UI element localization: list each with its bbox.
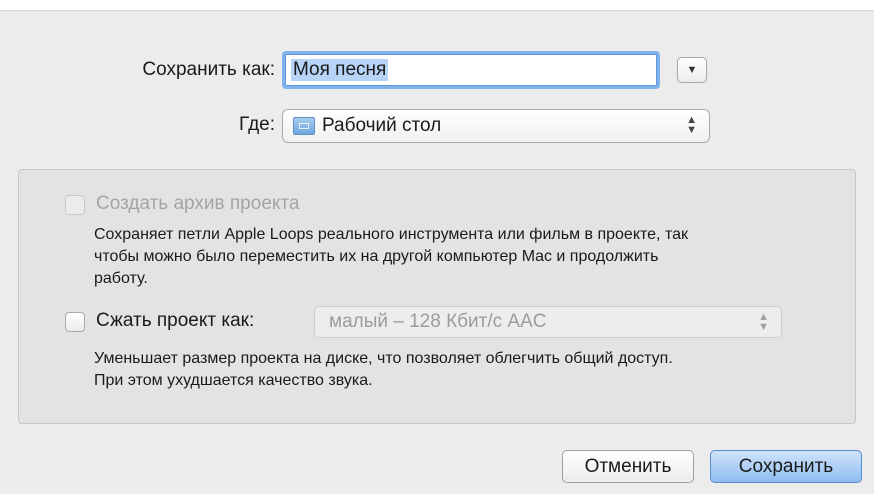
description-line: Уменьшает размер проекта на диске, что п… xyxy=(94,350,673,367)
archive-checkbox[interactable] xyxy=(65,195,85,215)
where-select[interactable]: Рабочий стол ▲ ▼ xyxy=(282,109,710,143)
folder-icon xyxy=(293,117,315,135)
compress-format-select[interactable]: малый – 128 Кбит/с AAC ▲ ▼ xyxy=(314,306,782,338)
description-line: работу. xyxy=(94,270,148,287)
description-line: чтобы можно было переместить их на друго… xyxy=(94,248,659,265)
compress-label: Сжать проект как: xyxy=(96,310,255,331)
compress-format-value: малый – 128 Кбит/с AAC xyxy=(329,311,547,332)
description-line: При этом ухудшается качество звука. xyxy=(94,372,373,389)
up-down-arrows-icon: ▲ ▼ xyxy=(686,114,697,136)
where-label: Где: xyxy=(239,114,275,135)
compress-checkbox[interactable] xyxy=(65,312,85,332)
compress-description: Уменьшает размер проекта на диске, что п… xyxy=(94,348,673,392)
description-line: Сохраняет петли Apple Loops реального ин… xyxy=(94,226,688,243)
up-down-arrows-icon: ▲ ▼ xyxy=(758,311,769,333)
expand-dialog-button[interactable]: ▼ xyxy=(677,57,707,83)
chevron-down-icon: ▼ xyxy=(686,64,698,76)
window-top-edge xyxy=(0,0,874,11)
save-as-input[interactable]: Моя песня xyxy=(282,51,660,89)
where-value: Рабочий стол xyxy=(322,115,442,136)
archive-description: Сохраняет петли Apple Loops реального ин… xyxy=(94,224,688,290)
save-button[interactable]: Сохранить xyxy=(710,450,862,483)
cancel-button[interactable]: Отменить xyxy=(562,450,694,483)
archive-label: Создать архив проекта xyxy=(96,193,300,214)
save-as-label: Сохранить как: xyxy=(142,59,275,80)
save-as-value: Моя песня xyxy=(291,59,389,81)
